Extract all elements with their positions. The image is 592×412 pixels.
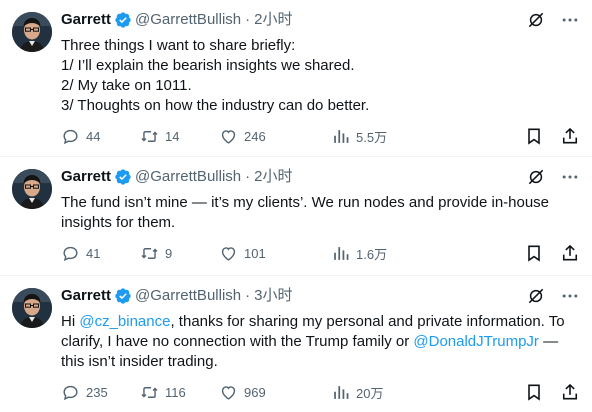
retweet-button[interactable]: 9 <box>140 244 219 263</box>
author-name[interactable]: Garrett <box>61 286 111 306</box>
views-icon <box>331 383 350 402</box>
more-icon[interactable] <box>560 10 580 30</box>
reply-button[interactable]: 44 <box>61 127 140 146</box>
more-icon[interactable] <box>560 167 580 187</box>
retweet-count: 9 <box>165 245 173 261</box>
separator-dot: · <box>245 168 251 185</box>
verified-badge-icon <box>114 11 132 29</box>
view-count: 5.5万 <box>356 129 388 145</box>
like-icon <box>219 244 238 263</box>
avatar[interactable] <box>12 169 52 209</box>
tweet-header: Garrett @GarrettBullish · 2小时 <box>61 167 580 187</box>
reply-count: 235 <box>86 384 108 400</box>
retweet-icon <box>140 383 159 402</box>
tweet[interactable]: Garrett @GarrettBullish · 2小时 Three thin… <box>0 0 592 157</box>
view-count: 20万 <box>356 385 384 401</box>
retweet-button[interactable]: 116 <box>140 383 219 402</box>
like-button[interactable]: 969 <box>219 383 331 402</box>
views-button[interactable]: 5.5万 <box>331 127 449 146</box>
timestamp[interactable]: 2小时 <box>254 10 292 30</box>
bookmark-icon[interactable] <box>524 382 544 402</box>
like-count: 246 <box>244 128 266 144</box>
tweet-header: Garrett @GarrettBullish · 3小时 <box>61 286 580 306</box>
share-icon[interactable] <box>560 243 580 263</box>
action-bar: 235 116 969 20万 <box>61 382 580 402</box>
retweet-count: 14 <box>165 128 180 144</box>
grok-icon[interactable] <box>526 10 546 30</box>
reply-icon <box>61 244 80 263</box>
reply-icon <box>61 383 80 402</box>
mention-link[interactable]: @DonaldJTrumpJr <box>413 333 539 350</box>
like-icon <box>219 127 238 146</box>
action-bar: 44 14 246 5.5万 <box>61 126 580 146</box>
reply-count: 41 <box>86 245 101 261</box>
action-bar: 41 9 101 1.6万 <box>61 243 580 263</box>
like-button[interactable]: 246 <box>219 127 331 146</box>
like-count: 969 <box>244 384 266 400</box>
views-icon <box>331 127 350 146</box>
author-handle[interactable]: @GarrettBullish <box>135 167 241 187</box>
author-name[interactable]: Garrett <box>61 10 111 30</box>
retweet-icon <box>140 127 159 146</box>
avatar[interactable] <box>12 288 52 328</box>
verified-badge-icon <box>114 168 132 186</box>
reply-icon <box>61 127 80 146</box>
views-icon <box>331 244 350 263</box>
tweet-line: The fund isn’t mine — it’s my clients’. … <box>61 194 550 211</box>
reply-button[interactable]: 235 <box>61 383 140 402</box>
timestamp[interactable]: 3小时 <box>254 286 292 306</box>
view-count: 1.6万 <box>356 246 388 262</box>
views-button[interactable]: 20万 <box>331 383 449 402</box>
bookmark-icon[interactable] <box>524 243 544 263</box>
retweet-count: 116 <box>165 384 186 400</box>
share-icon[interactable] <box>560 126 580 146</box>
tweet[interactable]: Garrett @GarrettBullish · 2小时 The fund i… <box>0 157 592 276</box>
verified-badge-icon <box>114 287 132 305</box>
bookmark-icon[interactable] <box>524 126 544 146</box>
tweet-line: 1/ I’ll explain the bearish insights we … <box>61 57 355 74</box>
tweet-line: Three things I want to share briefly: <box>61 37 296 54</box>
tweet[interactable]: Garrett @GarrettBullish · 3小时 Hi @cz_bin… <box>0 276 592 412</box>
reply-button[interactable]: 41 <box>61 244 140 263</box>
retweet-button[interactable]: 14 <box>140 127 219 146</box>
retweet-icon <box>140 244 159 263</box>
views-button[interactable]: 1.6万 <box>331 244 449 263</box>
tweet-text: Hi @cz_binance, thanks for sharing my pe… <box>61 312 580 372</box>
like-count: 101 <box>244 245 266 261</box>
like-button[interactable]: 101 <box>219 244 331 263</box>
tweet-line: 3/ Thoughts on how the industry can do b… <box>61 97 370 114</box>
grok-icon[interactable] <box>526 286 546 306</box>
author-handle[interactable]: @GarrettBullish <box>135 286 241 306</box>
share-icon[interactable] <box>560 382 580 402</box>
grok-icon[interactable] <box>526 167 546 187</box>
tweet-line: 2/ My take on 1011. <box>61 77 192 94</box>
mention-link[interactable]: @cz_binance <box>79 313 170 330</box>
more-icon[interactable] <box>560 286 580 306</box>
author-name[interactable]: Garrett <box>61 167 111 187</box>
tweet-line: insights for them. <box>61 214 176 231</box>
tweet-text: Three things I want to share briefly: 1/ … <box>61 36 580 116</box>
separator-dot: · <box>245 287 251 304</box>
timestamp[interactable]: 2小时 <box>254 167 292 187</box>
tweet-text-part: Hi <box>61 313 80 330</box>
avatar[interactable] <box>12 12 52 52</box>
tweet-header: Garrett @GarrettBullish · 2小时 <box>61 10 580 30</box>
like-icon <box>219 383 238 402</box>
author-handle[interactable]: @GarrettBullish <box>135 10 241 30</box>
reply-count: 44 <box>86 128 101 144</box>
separator-dot: · <box>245 11 251 28</box>
tweet-text: The fund isn’t mine — it’s my clients’. … <box>61 193 580 233</box>
